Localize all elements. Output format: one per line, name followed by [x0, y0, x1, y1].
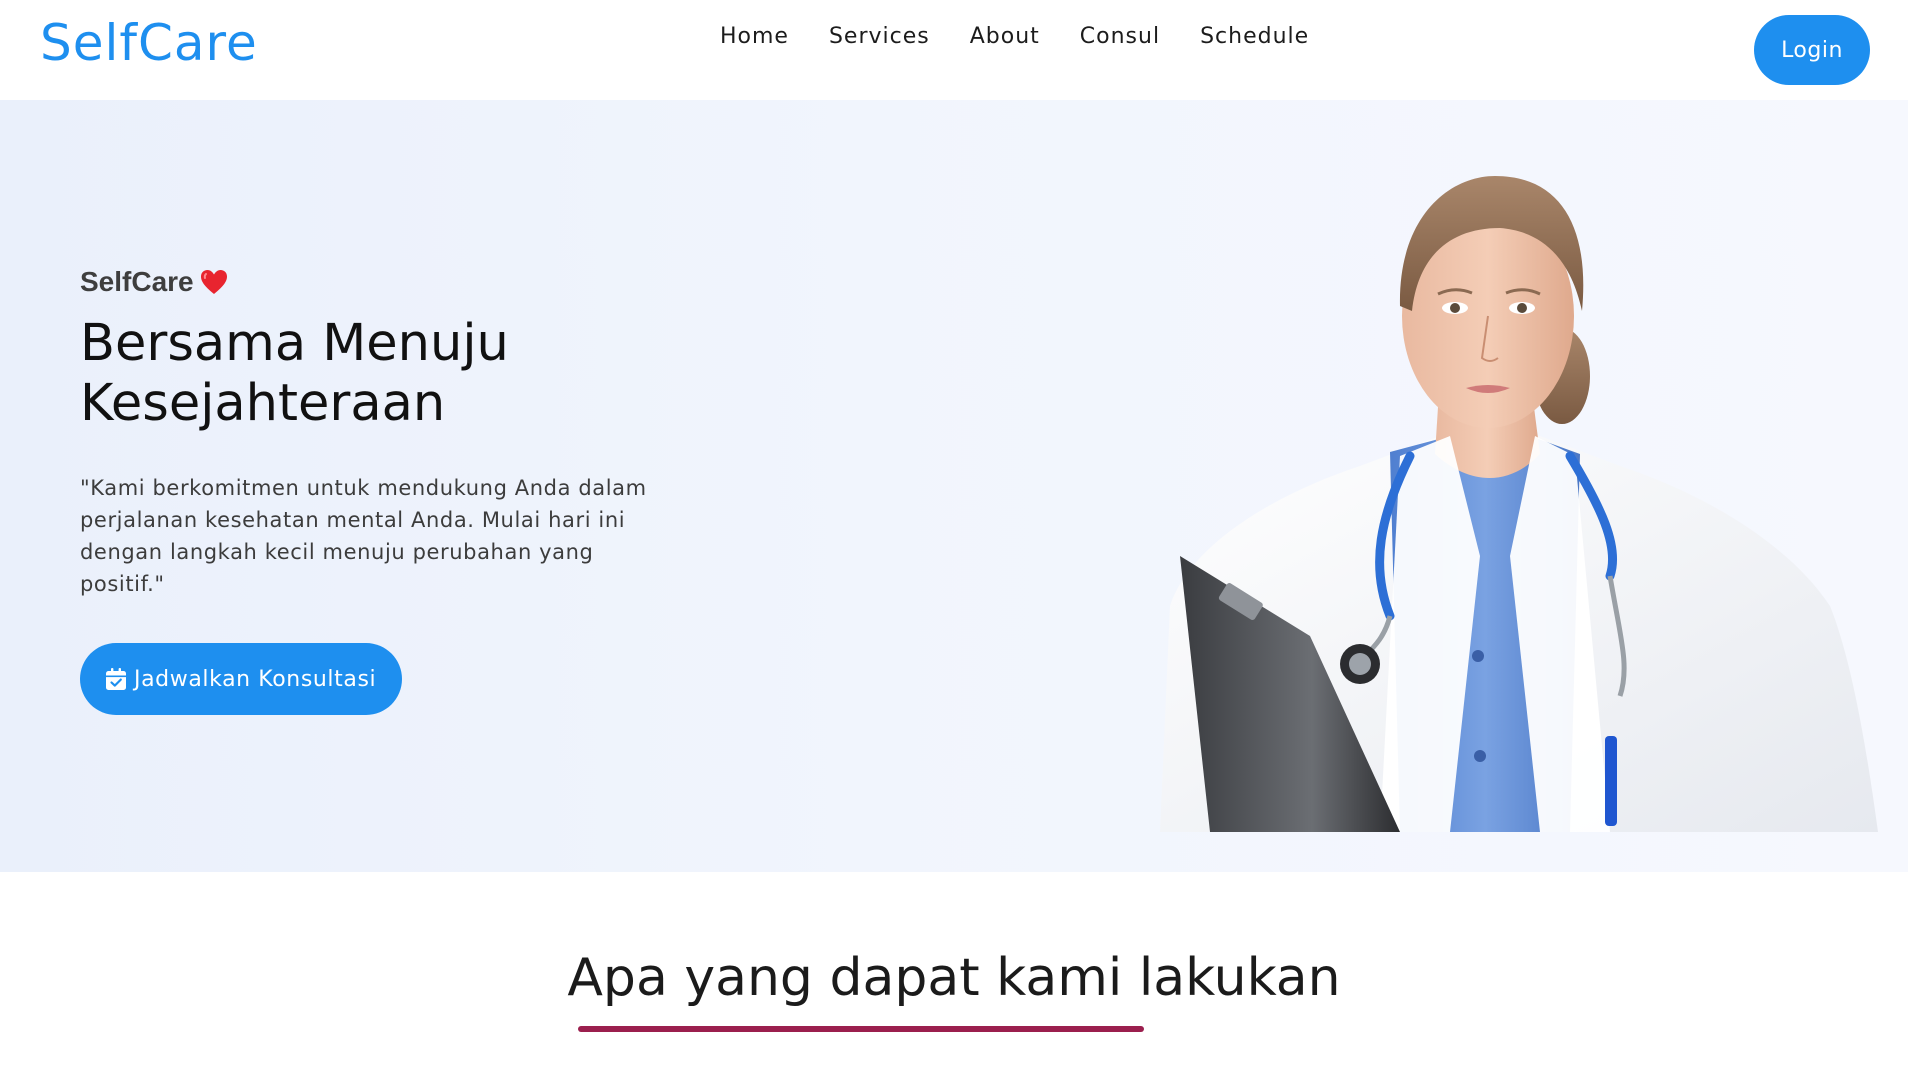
nav-links: Home Services About Consul Schedule	[720, 24, 1309, 49]
hero-title: Bersama Menuju Kesejahteraan	[80, 314, 720, 434]
nav-link-services[interactable]: Services	[829, 24, 930, 49]
navbar: SelfCare Home Services About Consul Sche…	[0, 0, 1908, 100]
login-button[interactable]: Login	[1754, 15, 1870, 85]
hero-section: SelfCare Bersama Menuju Kesejahteraan "K…	[0, 100, 1908, 872]
section-title: Apa yang dapat kami lakukan	[567, 948, 1341, 1008]
nav-link-schedule[interactable]: Schedule	[1200, 24, 1309, 49]
nav-link-about[interactable]: About	[970, 24, 1040, 49]
schedule-consultation-label: Jadwalkan Konsultasi	[134, 666, 377, 692]
heart-icon	[200, 269, 228, 295]
hero-title-line2: Kesejahteraan	[80, 374, 446, 433]
schedule-consultation-button[interactable]: Jadwalkan Konsultasi	[80, 643, 403, 715]
nav-link-consul[interactable]: Consul	[1080, 24, 1160, 49]
hero-kicker: SelfCare	[80, 266, 228, 298]
hero-kicker-text: SelfCare	[80, 266, 194, 297]
section-title-underline	[578, 1026, 1144, 1032]
hero-title-line1: Bersama Menuju	[80, 314, 509, 373]
brand-logo[interactable]: SelfCare	[40, 14, 258, 72]
hero-description: "Kami berkomitmen untuk mendukung Anda d…	[80, 476, 647, 596]
nav-link-home[interactable]: Home	[720, 24, 789, 49]
calendar-icon	[106, 668, 126, 690]
doctor-image	[1160, 176, 1878, 832]
